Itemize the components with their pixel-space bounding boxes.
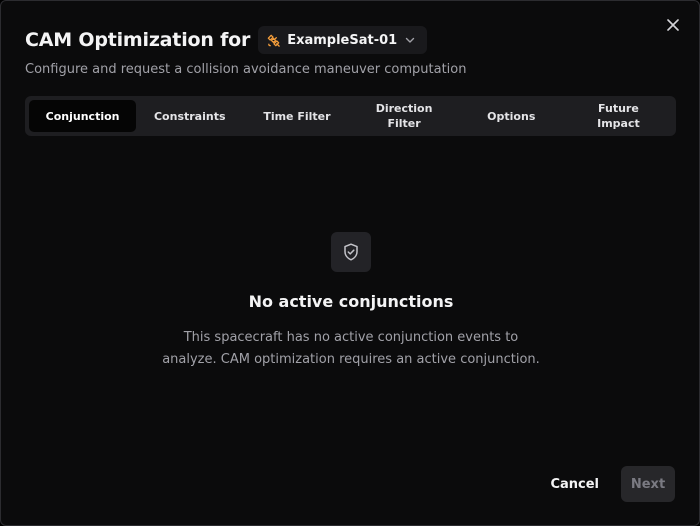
tab-direction-filter[interactable]: Direction Filter (351, 100, 458, 132)
tab-label: Direction Filter (375, 102, 433, 130)
dialog-title: CAM Optimization for (25, 29, 251, 51)
tab-label: Options (487, 109, 536, 123)
tab-label: Future Impact (597, 102, 640, 130)
shield-check-icon (344, 243, 358, 261)
tab-list: Conjunction Constraints Time Filter Dire… (25, 96, 676, 136)
satellite-select-value: ExampleSat-01 (287, 32, 398, 48)
satellite-icon (267, 34, 280, 47)
tab-label: Time Filter (263, 109, 331, 123)
close-button[interactable] (663, 15, 683, 35)
tab-time-filter[interactable]: Time Filter (243, 100, 350, 132)
next-button[interactable]: Next (621, 466, 675, 502)
dialog-subtitle: Configure and request a collision avoida… (25, 62, 467, 77)
empty-state: No active conjunctions This spacecraft h… (1, 232, 700, 371)
tab-conjunction[interactable]: Conjunction (29, 100, 137, 132)
cancel-button[interactable]: Cancel (538, 466, 611, 502)
cam-optimization-dialog: CAM Optimization for ExampleSat-01 Confi… (0, 0, 700, 526)
tab-label: Constraints (153, 109, 226, 123)
dialog-footer: Cancel Next (538, 466, 675, 502)
tab-constraints[interactable]: Constraints (136, 100, 243, 132)
tab-label: Conjunction (45, 109, 120, 123)
chevron-down-icon (406, 37, 415, 43)
tab-options[interactable]: Options (458, 100, 565, 132)
tab-future-impact[interactable]: Future Impact (565, 100, 672, 132)
empty-state-icon-container (331, 232, 371, 272)
dialog-header: CAM Optimization for ExampleSat-01 (25, 26, 428, 54)
empty-state-description: This spacecraft has no active conjunctio… (162, 330, 540, 367)
empty-state-title: No active conjunctions (248, 292, 454, 311)
satellite-select[interactable]: ExampleSat-01 (258, 26, 428, 54)
close-icon (667, 19, 679, 31)
